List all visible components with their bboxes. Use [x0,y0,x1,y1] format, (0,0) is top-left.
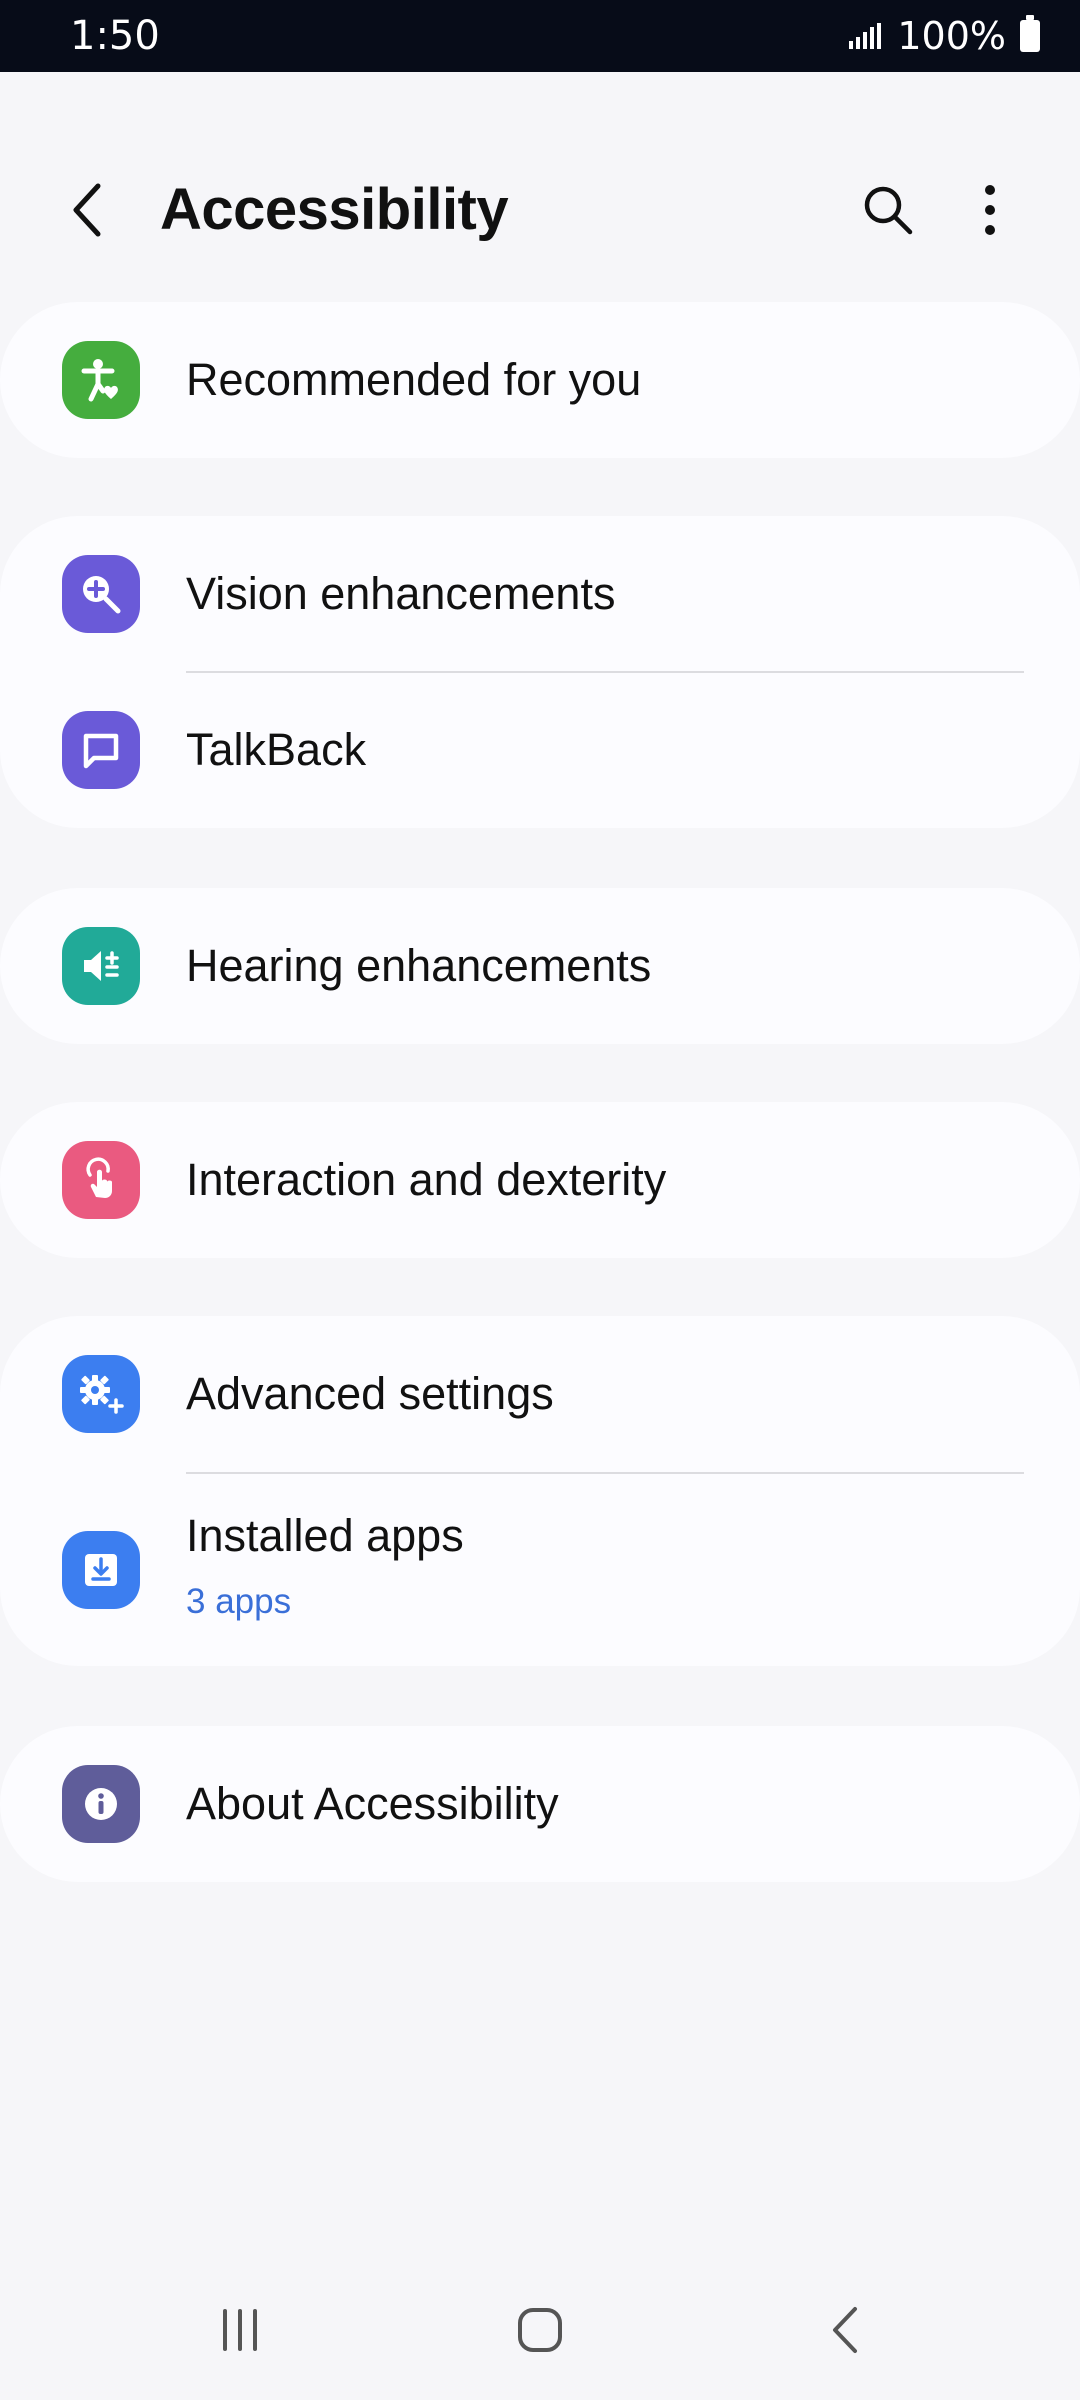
signal-icon [849,23,882,49]
card-recommended: Recommended for you [0,302,1080,458]
search-icon[interactable] [856,178,920,242]
item-interaction-and-dexterity[interactable]: Interaction and dexterity [0,1102,1080,1258]
gear-plus-icon [62,1355,140,1433]
talkback-chat-icon [62,711,140,789]
info-icon [62,1765,140,1843]
item-label: Vision enhancements [186,568,616,619]
magnify-plus-icon [62,555,140,633]
more-vert-icon[interactable] [960,178,1020,242]
status-bar: 1:50 100% [0,0,1080,72]
card-interaction: Interaction and dexterity [0,1102,1080,1258]
item-label: Hearing enhancements [186,940,652,991]
item-advanced-settings[interactable]: Advanced settings [0,1316,1080,1472]
item-label: Recommended for you [186,354,642,405]
battery-icon [1020,15,1040,52]
item-about-accessibility[interactable]: About Accessibility [0,1726,1080,1882]
card-hearing: Hearing enhancements [0,888,1080,1044]
recents-icon[interactable] [190,2280,290,2380]
volume-plus-minus-icon [62,927,140,1005]
item-vision-enhancements[interactable]: Vision enhancements [0,516,1080,672]
item-installed-apps[interactable]: Installed apps 3 apps [0,1474,1080,1666]
status-time: 1:50 [70,13,160,59]
item-sublabel: 3 apps [186,1582,292,1621]
item-label: Installed apps [186,1510,464,1561]
back-arrow-icon[interactable] [58,180,118,240]
card-about: About Accessibility [0,1726,1080,1882]
item-label: About Accessibility [186,1778,559,1829]
accessibility-person-icon [62,341,140,419]
page-title: Accessibility [160,177,509,242]
navigation-bar [0,2260,1080,2400]
card-advanced: Advanced settings Installed apps 3 apps [0,1316,1080,1666]
battery-percent: 100% [897,14,1006,58]
item-hearing-enhancements[interactable]: Hearing enhancements [0,888,1080,1044]
nav-back-icon[interactable] [795,2280,895,2380]
item-talkback[interactable]: TalkBack [0,672,1080,828]
status-indicators: 100% [849,14,1040,58]
item-label: Interaction and dexterity [186,1154,667,1205]
card-vision: Vision enhancements TalkBack [0,516,1080,828]
item-label: TalkBack [186,724,367,775]
item-label: Advanced settings [186,1368,554,1419]
app-bar: Accessibility [0,150,1080,270]
touch-hand-icon [62,1141,140,1219]
download-icon [62,1531,140,1609]
item-recommended-for-you[interactable]: Recommended for you [0,302,1080,458]
home-icon[interactable] [490,2280,590,2380]
